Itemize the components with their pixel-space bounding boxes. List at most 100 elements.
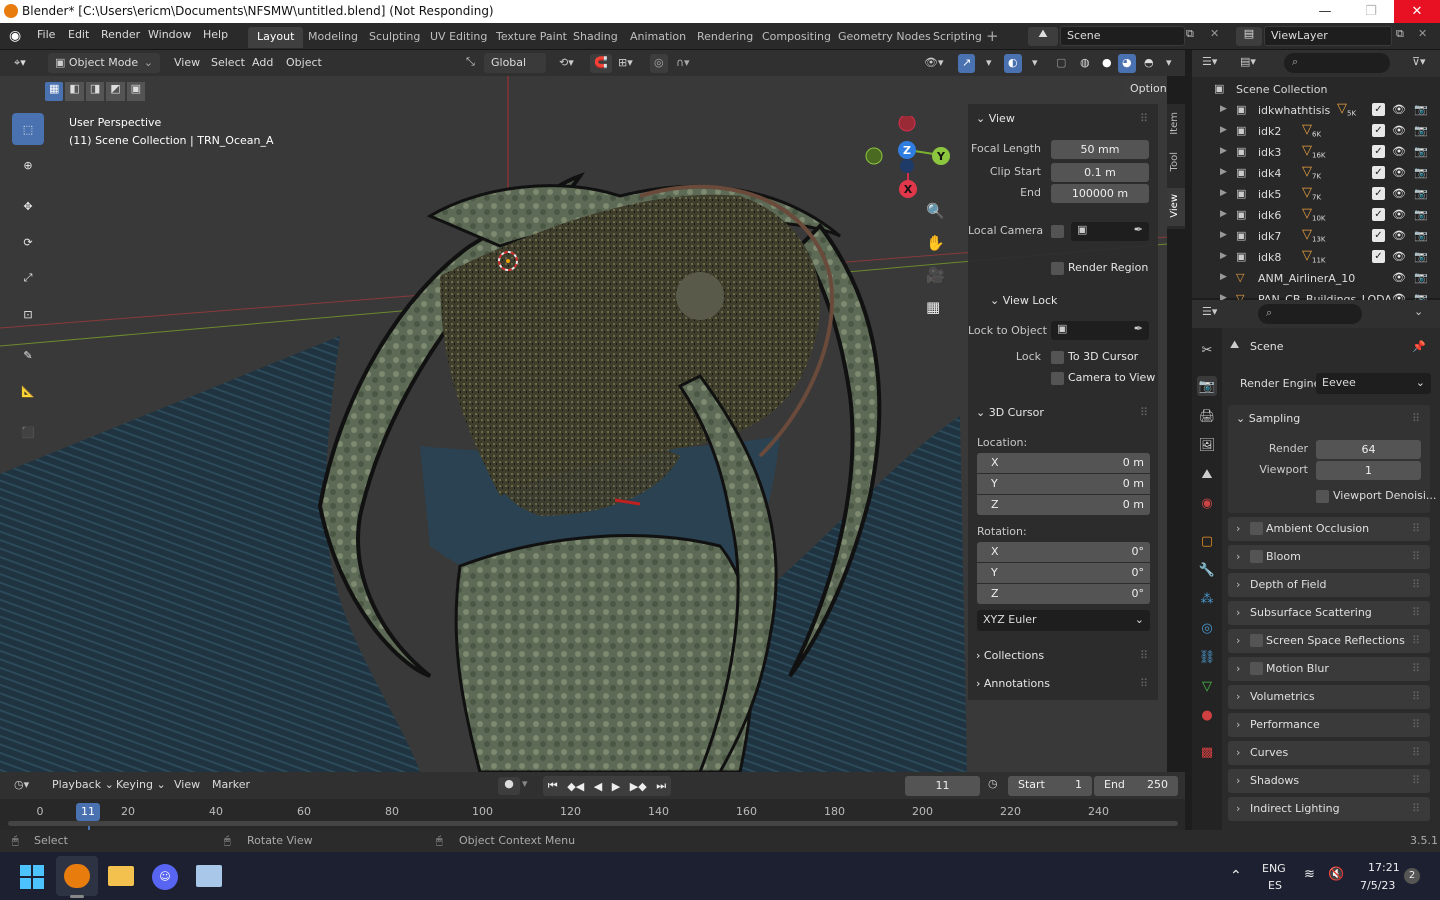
collections-header[interactable]: › Collections: [976, 649, 1044, 662]
render-section[interactable]: › Motion Blur ⠿: [1228, 657, 1430, 681]
orientation-dropdown[interactable]: Global: [484, 53, 546, 73]
render-region-checkbox[interactable]: [1051, 262, 1064, 275]
cursor-tool-icon[interactable]: ⊕: [12, 149, 44, 181]
select-invert-icon[interactable]: ◩: [106, 82, 125, 101]
camera-render-icon[interactable]: 📷: [1414, 124, 1428, 137]
cursor-rot-z[interactable]: Z 0°: [977, 584, 1150, 604]
camera-to-view-checkbox[interactable]: [1051, 372, 1064, 385]
expand-arrow-icon[interactable]: ▶: [1220, 251, 1227, 261]
outliner-item[interactable]: ▶ ▣ idk3 ▽16K ✓ 👁 📷: [1192, 142, 1440, 163]
gizmo-toggle-icon[interactable]: ↗: [958, 54, 976, 73]
lock-to-object-field[interactable]: ▣ ✒: [1051, 321, 1149, 340]
eye-icon[interactable]: 👁: [1392, 208, 1406, 221]
tab-uv-editing[interactable]: UV Editing: [421, 27, 496, 48]
expand-arrow-icon[interactable]: ▶: [1220, 209, 1227, 219]
timeline-view-menu[interactable]: View: [170, 776, 204, 795]
proportional-edit-icon[interactable]: ◎: [650, 54, 668, 73]
rendered-shading-icon[interactable]: ◓: [1140, 54, 1158, 73]
delete-viewlayer-icon[interactable]: ✕: [1418, 27, 1427, 40]
language-top[interactable]: ENG: [1262, 862, 1286, 875]
physics-tab-icon[interactable]: ◎: [1197, 618, 1217, 638]
modifier-tab-icon[interactable]: 🔧: [1197, 560, 1217, 580]
exclude-checkbox[interactable]: ✓: [1372, 229, 1385, 242]
marker-menu[interactable]: Marker: [208, 776, 254, 795]
outliner-editor-icon[interactable]: ☰▾: [1202, 55, 1217, 68]
eye-icon[interactable]: 👁: [1392, 187, 1406, 200]
viewlayer-browse-icon[interactable]: ▤: [1236, 27, 1262, 46]
clock-time[interactable]: 17:21: [1368, 861, 1400, 874]
clock-date[interactable]: 7/5/23: [1360, 879, 1395, 892]
new-scene-icon[interactable]: ⧉: [1186, 27, 1194, 41]
section-checkbox[interactable]: [1250, 662, 1263, 675]
menu-add[interactable]: Add: [248, 54, 277, 73]
move-tool-icon[interactable]: ✥: [12, 190, 44, 222]
cursor-rot-x[interactable]: X 0°: [977, 542, 1150, 562]
gizmo-neg-y-icon[interactable]: [865, 147, 883, 165]
render-section[interactable]: › Indirect Lighting ⠿: [1228, 797, 1430, 821]
render-engine-dropdown[interactable]: Eevee ⌄: [1316, 373, 1431, 394]
tab-texture-paint[interactable]: Texture Paint: [487, 27, 576, 48]
timeline[interactable]: 0 20 40 60 80 100 120 140 160 180 200 220 240 11: [0, 799, 1185, 830]
material-tab-icon[interactable]: ●: [1197, 705, 1217, 725]
tab-animation[interactable]: Animation: [621, 27, 695, 48]
sampling-header[interactable]: ⌄ Sampling: [1236, 412, 1300, 425]
camera-render-icon[interactable]: 📷: [1414, 103, 1428, 116]
render-section[interactable]: › Screen Space Reflections ⠿: [1228, 629, 1430, 653]
outliner-item[interactable]: ▶ ▣ idkwhathtisis ▽5K ✓ 👁 📷: [1192, 100, 1440, 121]
local-camera-checkbox[interactable]: [1051, 225, 1064, 238]
drag-handle-icon[interactable]: ⠿: [1412, 550, 1420, 563]
solid-shading-icon[interactable]: ●: [1098, 54, 1116, 73]
eyedropper-icon[interactable]: ✒: [1134, 322, 1143, 335]
section-checkbox[interactable]: [1250, 550, 1263, 563]
render-tab-icon[interactable]: 📷: [1197, 376, 1217, 396]
cursor-loc-z[interactable]: Z 0 m: [977, 495, 1150, 515]
camera-render-icon[interactable]: 📷: [1414, 271, 1428, 284]
shading-dropdown-icon[interactable]: ▾: [1162, 54, 1176, 73]
filter-icon[interactable]: ⊽▾: [1412, 55, 1426, 68]
drag-handle-icon[interactable]: ⠿: [1140, 406, 1148, 419]
render-samples-field[interactable]: 64: [1316, 440, 1421, 459]
exclude-checkbox[interactable]: ✓: [1372, 145, 1385, 158]
render-section[interactable]: › Volumetrics ⠿: [1228, 685, 1430, 709]
drag-handle-icon[interactable]: ⠿: [1412, 662, 1420, 675]
tab-rendering[interactable]: Rendering: [688, 27, 762, 48]
material-shading-icon[interactable]: ◕: [1118, 54, 1136, 73]
drag-handle-icon[interactable]: ⠿: [1412, 606, 1420, 619]
expand-arrow-icon[interactable]: ▶: [1220, 272, 1227, 282]
menu-help[interactable]: Help: [203, 28, 228, 41]
select-intersect-icon[interactable]: ▣: [126, 82, 146, 101]
delete-scene-icon[interactable]: ✕: [1210, 27, 1219, 40]
drag-handle-icon[interactable]: ⠿: [1140, 112, 1148, 125]
end-frame-field[interactable]: End 250: [1094, 776, 1178, 796]
particles-tab-icon[interactable]: ⁂: [1197, 589, 1217, 609]
gizmo-neg-z-icon[interactable]: [900, 159, 914, 173]
section-checkbox[interactable]: [1250, 522, 1263, 535]
tab-layout[interactable]: Layout: [248, 27, 304, 48]
minimize-button[interactable]: —: [1302, 0, 1348, 23]
exclude-checkbox[interactable]: ✓: [1372, 103, 1385, 116]
viewlayer-field[interactable]: ViewLayer: [1264, 26, 1392, 46]
viewport-samples-field[interactable]: 1: [1316, 461, 1421, 480]
exclude-checkbox[interactable]: ✓: [1372, 187, 1385, 200]
sidebar-tab-item[interactable]: Item: [1169, 112, 1180, 135]
drag-handle-icon[interactable]: ⠿: [1140, 677, 1148, 690]
render-section[interactable]: › Performance ⠿: [1228, 713, 1430, 737]
exclude-checkbox[interactable]: ✓: [1372, 166, 1385, 179]
exclude-checkbox[interactable]: ✓: [1372, 208, 1385, 221]
cursor-rot-y[interactable]: Y 0°: [977, 563, 1150, 583]
data-tab-icon[interactable]: ▽: [1197, 676, 1217, 696]
expand-arrow-icon[interactable]: ▶: [1220, 167, 1227, 177]
drag-handle-icon[interactable]: ⠿: [1140, 649, 1148, 662]
outliner-item[interactable]: ▶ ▣ idk2 ▽6K ✓ 👁 📷: [1192, 121, 1440, 142]
annotate-tool-icon[interactable]: ✎: [12, 339, 44, 371]
windows-start-icon[interactable]: [20, 865, 44, 889]
viewport-denoise-checkbox[interactable]: [1316, 490, 1329, 503]
discord-icon[interactable]: ☺: [152, 864, 178, 890]
eyedropper-icon[interactable]: ✒: [1134, 223, 1143, 236]
menu-object[interactable]: Object: [282, 54, 326, 73]
exclude-checkbox[interactable]: ✓: [1372, 250, 1385, 263]
display-mode-icon[interactable]: ▤▾: [1240, 55, 1256, 68]
next-keyframe-icon[interactable]: ▶◆: [630, 780, 647, 793]
drag-handle-icon[interactable]: ⠿: [1412, 774, 1420, 787]
cursor-loc-x[interactable]: X 0 m: [977, 453, 1150, 473]
